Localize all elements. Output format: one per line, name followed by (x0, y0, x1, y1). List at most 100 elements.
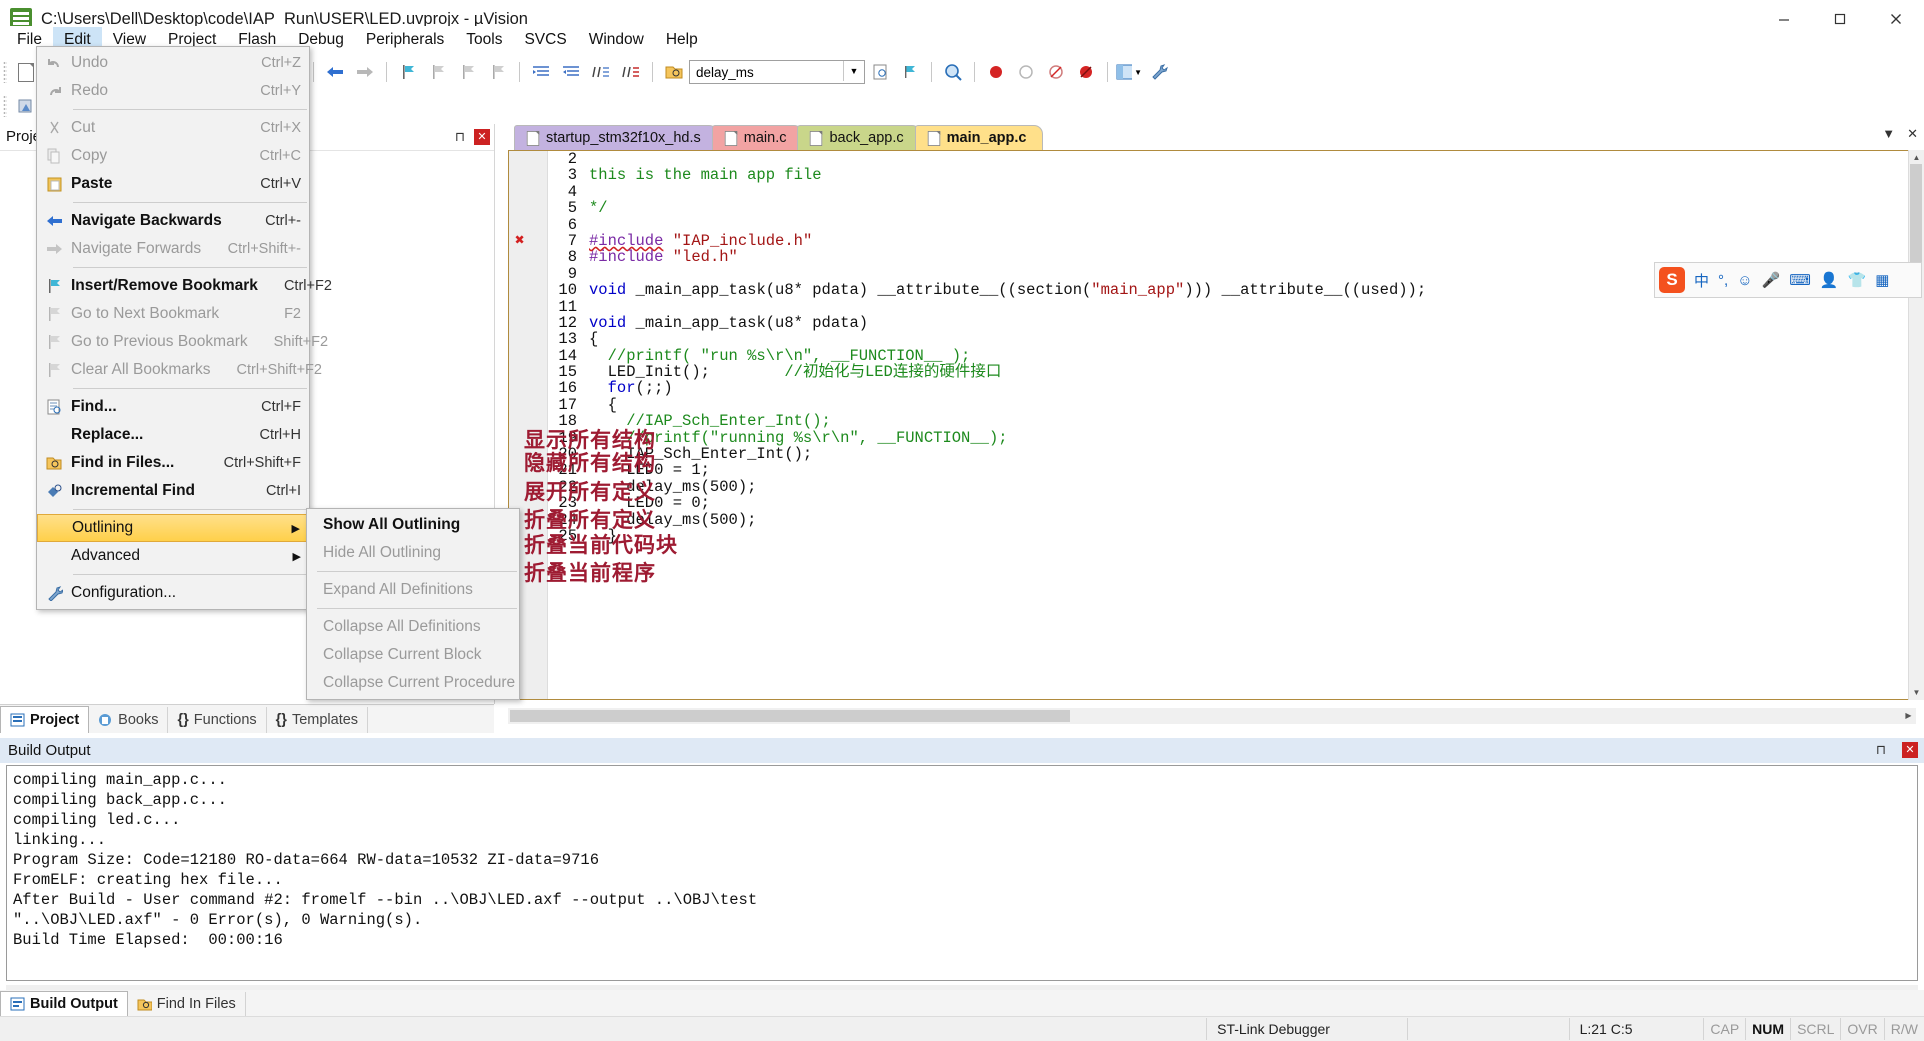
menu-item-redo[interactable]: Redo Ctrl+Y (37, 77, 309, 105)
menu-item-insert-remove-bookmark[interactable]: Insert/Remove Bookmark Ctrl+F2 (37, 272, 332, 300)
submenu-item-expand-all-definitions[interactable]: Expand All Definitions (307, 576, 519, 604)
disable-breakpoint-button[interactable] (1013, 59, 1039, 85)
ime-toolbox-icon[interactable]: ▦ (1875, 271, 1889, 289)
menu-help[interactable]: Help (655, 27, 709, 53)
menu-separator (73, 509, 307, 510)
tab-books[interactable]: Books (89, 707, 169, 733)
indent-button[interactable] (528, 59, 554, 85)
submenu-item-collapse-current-block[interactable]: Collapse Current Block (307, 641, 519, 669)
editor-tab-main-c[interactable]: main.c (711, 125, 804, 150)
previous-bookmark-button[interactable] (455, 59, 481, 85)
ime-keyboard-icon[interactable]: ⌨ (1789, 271, 1811, 289)
submenu-item-collapse-current-procedure[interactable]: Collapse Current Procedure (307, 669, 519, 697)
menu-item-navigate-forwards[interactable]: Navigate Forwards Ctrl+Shift+- (37, 235, 309, 263)
build-toolbar-grip[interactable] (3, 95, 7, 117)
toolbar-grip[interactable] (3, 61, 7, 83)
menu-peripherals[interactable]: Peripherals (355, 27, 455, 53)
find-in-files-toolbar-button[interactable] (661, 59, 687, 85)
arrow-left-icon (46, 216, 62, 226)
sogou-logo-icon[interactable]: S (1659, 267, 1685, 293)
tab-project[interactable]: Project (0, 706, 90, 733)
tab-find-in-files[interactable]: Find In Files (128, 992, 246, 1016)
menu-svcs[interactable]: SVCS (513, 27, 577, 53)
ime-skin-icon[interactable]: 👕 (1848, 271, 1867, 289)
editor-tab-back-app-c[interactable]: back_app.c (797, 125, 921, 150)
menu-item-cut[interactable]: Cut Ctrl+X (37, 114, 309, 142)
uncomment-button[interactable] (618, 59, 644, 85)
menu-separator (317, 608, 517, 609)
ime-user-icon[interactable]: 👤 (1820, 271, 1839, 289)
insert-bookmark-button[interactable] (395, 59, 421, 85)
scroll-right-icon[interactable]: ▶ (1901, 708, 1916, 723)
menu-item-navigate-backwards[interactable]: Navigate Backwards Ctrl+- (37, 207, 309, 235)
clear-bookmarks-button[interactable] (485, 59, 511, 85)
editor-tab-startup[interactable]: startup_stm32f10x_hd.s (514, 125, 718, 150)
tab-templates[interactable]: {} Templates (267, 707, 369, 733)
code-line: 24 delay_ms(500); (509, 511, 1915, 528)
menu-item-copy[interactable]: Copy Ctrl+C (37, 142, 309, 170)
editor-code[interactable]: 2 3 this is the main app file 4 5 */6 ✖ 7 #inclu… (509, 151, 1915, 699)
menu-item-find[interactable]: Find... Ctrl+F (37, 393, 309, 421)
tab-build-output[interactable]: Build Output (0, 991, 128, 1016)
navigate-forwards-button[interactable] (352, 59, 378, 85)
window-layout-button[interactable]: ▼ (1116, 59, 1142, 85)
menu-item-replace[interactable]: Replace... Ctrl+H (37, 421, 309, 449)
find-next-button[interactable] (867, 59, 893, 85)
menu-item-undo[interactable]: Undo Ctrl+Z (37, 49, 309, 77)
scroll-up-icon[interactable]: ▲ (1909, 150, 1924, 165)
ime-toolbar[interactable]: S 中 °, ☺ 🎤 ⌨ 👤 👕 ▦ (1654, 262, 1922, 298)
menu-item-go-to-previous-bookmark[interactable]: Go to Previous Bookmark Shift+F2 (37, 328, 328, 356)
scroll-down-icon[interactable]: ▼ (1909, 685, 1924, 700)
close-icon[interactable]: ✕ (474, 129, 490, 145)
editor-vertical-scrollbar[interactable]: ▲ ▼ (1908, 150, 1924, 700)
editor-tab-list-icon[interactable]: ▼ (1882, 126, 1895, 142)
comment-button[interactable] (588, 59, 614, 85)
ime-emoji-icon[interactable]: ☺ (1737, 272, 1752, 289)
menu-item-outlining[interactable]: Outlining ▶ (37, 514, 309, 542)
editor-body[interactable]: 2 3 this is the main app file 4 5 */6 ✖ 7 #inclu… (508, 150, 1916, 700)
pin-icon[interactable]: ⊓ (1873, 742, 1889, 758)
menu-item-find-in-files[interactable]: Find in Files... Ctrl+Shift+F (37, 449, 309, 477)
file-icon (810, 130, 823, 146)
editor-tab-main-app-c[interactable]: main_app.c (914, 125, 1044, 150)
navigate-backwards-button[interactable] (322, 59, 348, 85)
chevron-down-icon[interactable]: ▼ (843, 61, 864, 81)
configuration-button[interactable] (1146, 59, 1172, 85)
pin-icon[interactable]: ⊓ (452, 129, 468, 145)
ime-language-icon[interactable]: 中 (1694, 270, 1709, 291)
bookmark-toolbar-button[interactable] (897, 59, 923, 85)
submenu-item-label: Collapse Current Block (323, 646, 482, 663)
ime-voice-icon[interactable]: 🎤 (1762, 271, 1781, 289)
outlining-submenu[interactable]: Show All Outlining Hide All Outlining Expa… (306, 508, 520, 700)
submenu-item-collapse-all-definitions[interactable]: Collapse All Definitions (307, 613, 519, 641)
menu-tools[interactable]: Tools (455, 27, 513, 53)
code-line: 23 LED0 = 0; (509, 495, 1915, 512)
menu-item-paste[interactable]: Paste Ctrl+V (37, 170, 309, 198)
zoom-button[interactable] (940, 59, 966, 85)
editor-hscroll-thumb[interactable] (510, 710, 1070, 722)
menu-window[interactable]: Window (578, 27, 655, 53)
ime-punctuation-icon[interactable]: °, (1718, 272, 1728, 289)
edit-dropdown-menu[interactable]: Undo Ctrl+Z Redo Ctrl+Y Cut Ctrl+X Copy Ctrl+C P… (36, 46, 332, 610)
editor-horizontal-scrollbar[interactable]: ▶ (508, 708, 1916, 724)
menu-item-go-to-next-bookmark[interactable]: Go to Next Bookmark F2 (37, 300, 309, 328)
outdent-button[interactable] (558, 59, 584, 85)
editor-close-icon[interactable]: ✕ (1907, 126, 1918, 142)
close-icon[interactable]: ✕ (1902, 742, 1918, 758)
build-output-text[interactable]: compiling main_app.c... compiling back_a… (6, 765, 1918, 981)
menu-item-advanced[interactable]: Advanced ▶ (37, 542, 309, 570)
menu-item-clear-all-bookmarks[interactable]: Clear All Bookmarks Ctrl+Shift+F2 (37, 356, 322, 384)
insert-breakpoint-button[interactable] (983, 59, 1009, 85)
next-bookmark-button[interactable] (425, 59, 451, 85)
menu-item-incremental-find[interactable]: Incremental Find Ctrl+I (37, 477, 309, 505)
submenu-item-hide-all-outlining[interactable]: Hide All Outlining (307, 539, 519, 567)
submenu-item-show-all-outlining[interactable]: Show All Outlining (307, 511, 519, 539)
code-line: 13 { (509, 331, 1915, 348)
disable-all-breakpoints-button[interactable] (1043, 59, 1069, 85)
menu-item-shortcut: Ctrl+Z (261, 55, 301, 71)
kill-all-breakpoints-button[interactable] (1073, 59, 1099, 85)
menu-item-icon-slot (37, 585, 71, 601)
tab-functions[interactable]: {} Functions (168, 707, 267, 733)
menu-item-configuration[interactable]: Configuration... (37, 579, 309, 607)
find-combo[interactable]: delay_ms ▼ (689, 60, 865, 84)
